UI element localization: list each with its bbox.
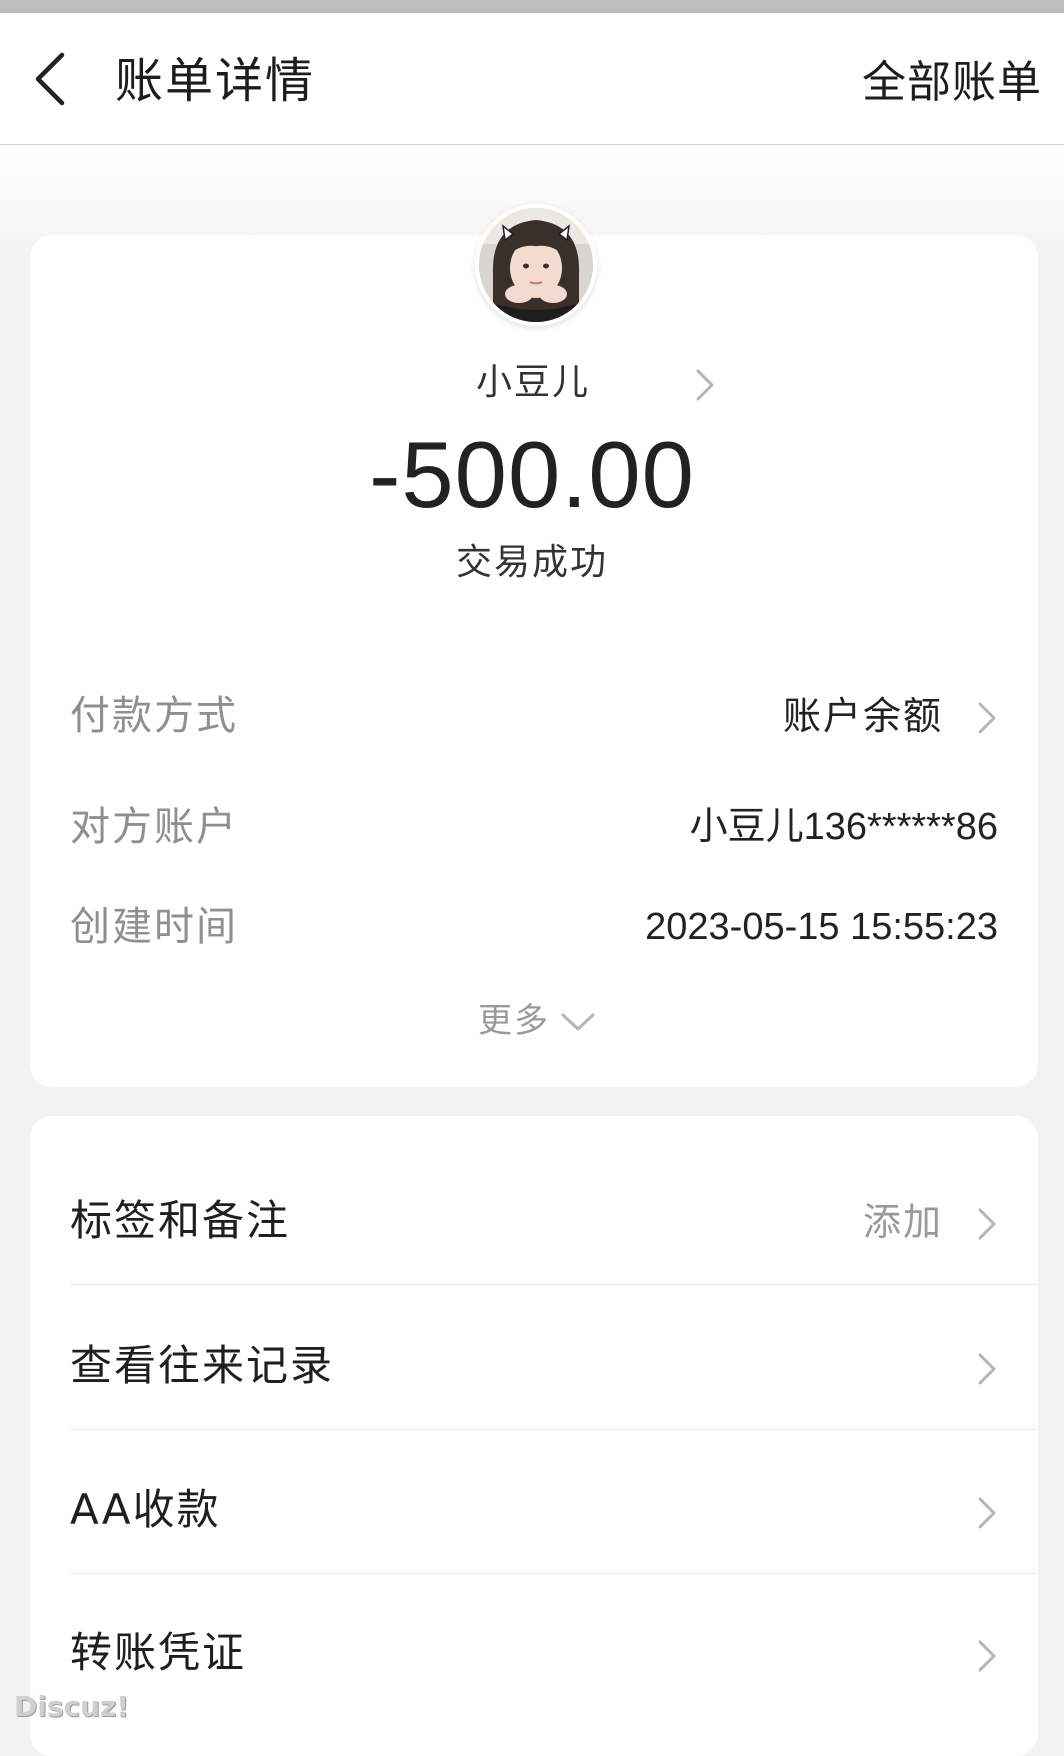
chevron-right-icon [696,369,714,401]
detail-row-payment-method[interactable]: 付款方式 账户余额 [70,688,998,744]
action-row-aa-collection[interactable]: AA收款 [30,1444,1038,1574]
chevron-right-icon [978,702,996,734]
more-label: 更多 [478,1001,550,1041]
action-row-history[interactable]: 查看往来记录 [30,1300,1038,1430]
detail-row-created-time: 创建时间 2023-05-15 15:55:23 [70,899,998,955]
detail-value: 小豆儿136******86 [689,806,998,848]
detail-value: 2023-05-15 15:55:23 [645,906,998,948]
back-button[interactable] [26,49,82,109]
all-bills-link[interactable]: 全部账单 [862,57,1042,109]
detail-value: 账户余额 [782,694,943,738]
status-bar-strip [0,0,1064,13]
action-label: 转账凭证 [70,1628,247,1677]
action-label: 标签和备注 [70,1196,291,1245]
payee-name[interactable]: 小豆儿 [476,359,590,407]
payee-row[interactable]: 小豆儿 [0,355,1064,415]
watermark: Discuz! [14,1690,130,1723]
chevron-right-icon [978,1353,996,1385]
nav-bar: 账单详情 全部账单 [0,13,1064,145]
chevron-right-icon [978,1640,996,1672]
more-toggle[interactable]: 更多 [0,998,1064,1048]
action-row-transfer-voucher[interactable]: 转账凭证 [30,1587,1038,1717]
action-label: AA收款 [70,1485,221,1534]
detail-label: 付款方式 [70,693,238,739]
detail-label: 创建时间 [70,904,238,950]
chevron-down-icon [561,1013,595,1031]
detail-row-counterparty-account: 对方账户 小豆儿136******86 [70,799,998,855]
detail-label: 对方账户 [70,804,238,850]
page-title: 账单详情 [115,53,316,109]
chevron-left-icon [35,52,65,106]
chevron-right-icon [978,1497,996,1529]
row-divider [70,1429,1038,1430]
row-divider [70,1573,1038,1574]
avatar-image [478,207,594,323]
chevron-right-icon [978,1208,996,1240]
action-row-tags-notes[interactable]: 标签和备注 添加 [30,1155,1038,1285]
action-label: 查看往来记录 [70,1341,335,1390]
add-hint: 添加 [862,1200,943,1244]
transaction-amount: -500.00 [369,422,695,527]
avatar[interactable] [475,204,597,326]
row-divider [70,1284,1038,1285]
transaction-status: 交易成功 [455,542,608,583]
